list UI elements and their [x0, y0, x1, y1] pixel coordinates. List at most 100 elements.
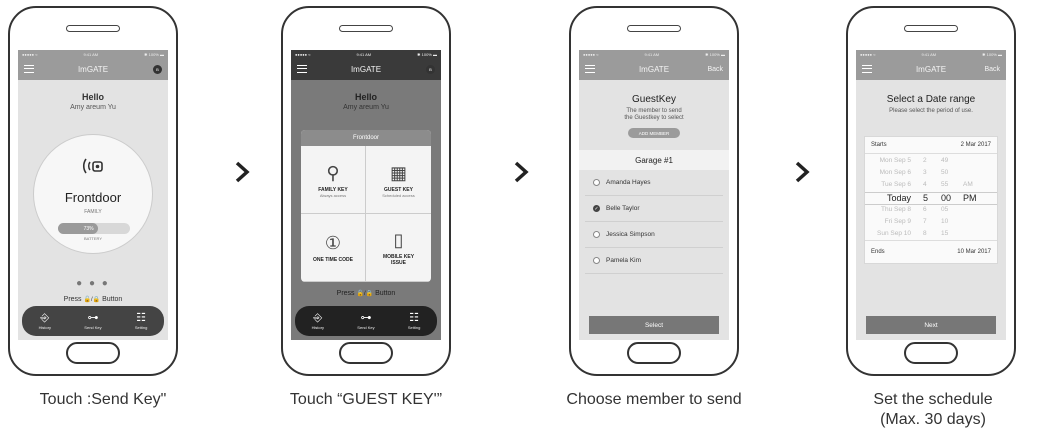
picker-cell[interactable]: 00	[941, 193, 951, 203]
picker-cell[interactable]: 3	[923, 169, 927, 176]
ends-row[interactable]: Ends 10 Mar 2017	[865, 241, 997, 263]
key-icon: ⊶	[87, 312, 99, 324]
press-hint: Press 🔓/🔒 Button	[18, 296, 168, 303]
picker-cell[interactable]: 6	[923, 206, 927, 213]
group-header: Garage #1	[579, 150, 729, 170]
app-title: ImGATE	[638, 64, 670, 74]
member-item[interactable]: Jessica Simpson	[585, 222, 723, 248]
history-icon: ⎆	[313, 312, 323, 324]
date-time-picker[interactable]: Mon Sep 5 2 49 Mon Sep 6 3 50 Tue Sep 6 4 55 AM To…	[865, 153, 997, 241]
page-indicator[interactable]: ● ● ●	[18, 278, 168, 289]
member-item[interactable]: Amanda Hayes	[585, 170, 723, 196]
home-button[interactable]	[627, 342, 681, 364]
key-type-popup: Frontdoor ⚲ FAMILY KEY Always access ▦ G…	[301, 130, 431, 282]
step-caption: Touch “GUEST KEY'”	[266, 390, 466, 410]
picker-cell[interactable]: 2	[923, 157, 927, 164]
tab-label: History	[38, 325, 52, 330]
one-time-code-option[interactable]: ① ONE TIME CODE	[301, 214, 366, 282]
picker-cell[interactable]: Mon Sep 5	[865, 157, 911, 164]
status-battery: ✱ 100% ▬	[982, 51, 1002, 57]
nav-bar: ImGATE B	[291, 58, 441, 80]
member-name: Pamela Kim	[606, 257, 642, 264]
lock-unlock-icon: 🔓/🔒	[356, 291, 374, 297]
menu-icon[interactable]	[585, 65, 595, 73]
sliders-icon: ☷	[136, 312, 147, 324]
tab-send-key[interactable]: ⊶ Send Key	[84, 312, 101, 330]
radio-icon[interactable]	[593, 179, 600, 186]
mobile-key-issue-option[interactable]: ▯ MOBILE KEY ISSUE	[366, 214, 431, 282]
picker-cell[interactable]: 55	[941, 181, 948, 188]
back-button[interactable]: Back	[984, 66, 1000, 73]
tab-label: Send Key	[84, 325, 102, 330]
history-icon: ⎆	[40, 312, 50, 324]
profile-badge[interactable]: B	[153, 64, 162, 74]
menu-icon[interactable]	[24, 65, 34, 73]
carrier-signal: ●●●●● ≈	[22, 51, 38, 57]
status-battery: ✱ 100% ▬	[144, 51, 164, 57]
menu-icon[interactable]	[862, 65, 872, 73]
door-lock-button[interactable]: Frontdoor FAMILY 73% BATTERY	[33, 134, 153, 254]
picker-cell[interactable]: 10	[941, 218, 948, 225]
picker-cell[interactable]: PM	[963, 193, 977, 203]
tab-history[interactable]: ⎆ History	[312, 312, 324, 330]
radio-icon[interactable]	[593, 257, 600, 264]
carrier-signal: ●●●●● ≈	[583, 51, 599, 57]
press-text: Press	[63, 296, 82, 303]
picker-cell[interactable]: Today	[865, 193, 911, 203]
one-time-icon: ①	[324, 233, 342, 253]
starts-row[interactable]: Starts 2 Mar 2017	[865, 137, 997, 153]
menu-icon[interactable]	[297, 65, 307, 73]
picker-cell[interactable]: Sun Sep 10	[865, 230, 911, 237]
back-button[interactable]: Back	[707, 66, 723, 73]
picker-cell[interactable]: 05	[941, 206, 948, 213]
home-button[interactable]	[339, 342, 393, 364]
caption-text: Touch “GUEST KEY'”	[289, 391, 443, 408]
picker-cell[interactable]: Fri Sep 9	[865, 218, 911, 225]
status-battery: ✱ 100% ▬	[417, 51, 437, 57]
member-name: Belle Taylor	[606, 205, 640, 212]
battery-bar: 73%	[58, 223, 130, 234]
picker-cell[interactable]: 5	[923, 193, 928, 203]
home-button[interactable]	[904, 342, 958, 364]
date-range-card: Starts 2 Mar 2017 Mon Sep 5 2 49 Mon Sep 6 3…	[864, 136, 998, 264]
screen-guest-key: ●●●●● ≈ 9:41 AM ✱ 100% ▬ ImGATE Back Gue…	[579, 50, 729, 340]
tab-history[interactable]: ⎆ History	[39, 312, 51, 330]
picker-cell[interactable]: AM	[963, 181, 973, 188]
add-member-button[interactable]: ADD MEMBER	[628, 128, 680, 138]
chevron-right-icon	[514, 161, 529, 183]
battery-fill: 73%	[58, 223, 98, 234]
tab-label: Send Key	[357, 325, 375, 330]
home-button[interactable]	[66, 342, 120, 364]
picker-cell[interactable]: 8	[923, 230, 927, 237]
select-button[interactable]: Select	[589, 316, 719, 334]
phone-frame-4: ●●●●● ≈ 9:41 AM ✱ 100% ▬ ImGATE Back Sel…	[846, 6, 1016, 376]
tab-setting[interactable]: ☷ Setting	[135, 312, 147, 330]
tab-setting[interactable]: ☷ Setting	[408, 312, 420, 330]
picker-cell[interactable]: Thu Sep 8	[865, 206, 911, 213]
tab-label: History	[311, 325, 325, 330]
picker-cell[interactable]: Tue Sep 6	[865, 181, 911, 188]
radio-icon[interactable]	[593, 231, 600, 238]
status-bar: ●●●●● ≈ 9:41 AM ✱ 100% ▬	[291, 50, 441, 58]
phone-frame-2: ●●●●● ≈ 9:41 AM ✱ 100% ▬ ImGATE B Hello …	[281, 6, 451, 376]
next-button[interactable]: Next	[866, 316, 996, 334]
radio-checked-icon[interactable]: ✓	[593, 205, 600, 212]
key-icon: ⊶	[360, 312, 372, 324]
greeting: Hello	[354, 92, 377, 102]
family-key-option[interactable]: ⚲ FAMILY KEY Always access	[301, 146, 366, 214]
status-bar: ●●●●● ≈ 9:41 AM ✱ 100% ▬	[18, 50, 168, 58]
picker-cell[interactable]: 7	[923, 218, 927, 225]
nav-bar: ImGATE B	[18, 58, 168, 80]
picker-cell[interactable]: 4	[923, 181, 927, 188]
profile-badge[interactable]: B	[426, 64, 435, 74]
guest-key-option[interactable]: ▦ GUEST KEY Scheduled access	[366, 146, 431, 214]
picker-cell[interactable]: Mon Sep 6	[865, 169, 911, 176]
desc-line: The member to send	[626, 108, 682, 114]
member-item[interactable]: ✓ Belle Taylor	[585, 196, 723, 222]
button-text: Button	[375, 290, 396, 297]
picker-cell[interactable]: 50	[941, 169, 948, 176]
picker-cell[interactable]: 15	[941, 230, 948, 237]
picker-cell[interactable]: 49	[941, 157, 948, 164]
tab-send-key[interactable]: ⊶ Send Key	[357, 312, 374, 330]
member-item[interactable]: Pamela Kim	[585, 248, 723, 274]
